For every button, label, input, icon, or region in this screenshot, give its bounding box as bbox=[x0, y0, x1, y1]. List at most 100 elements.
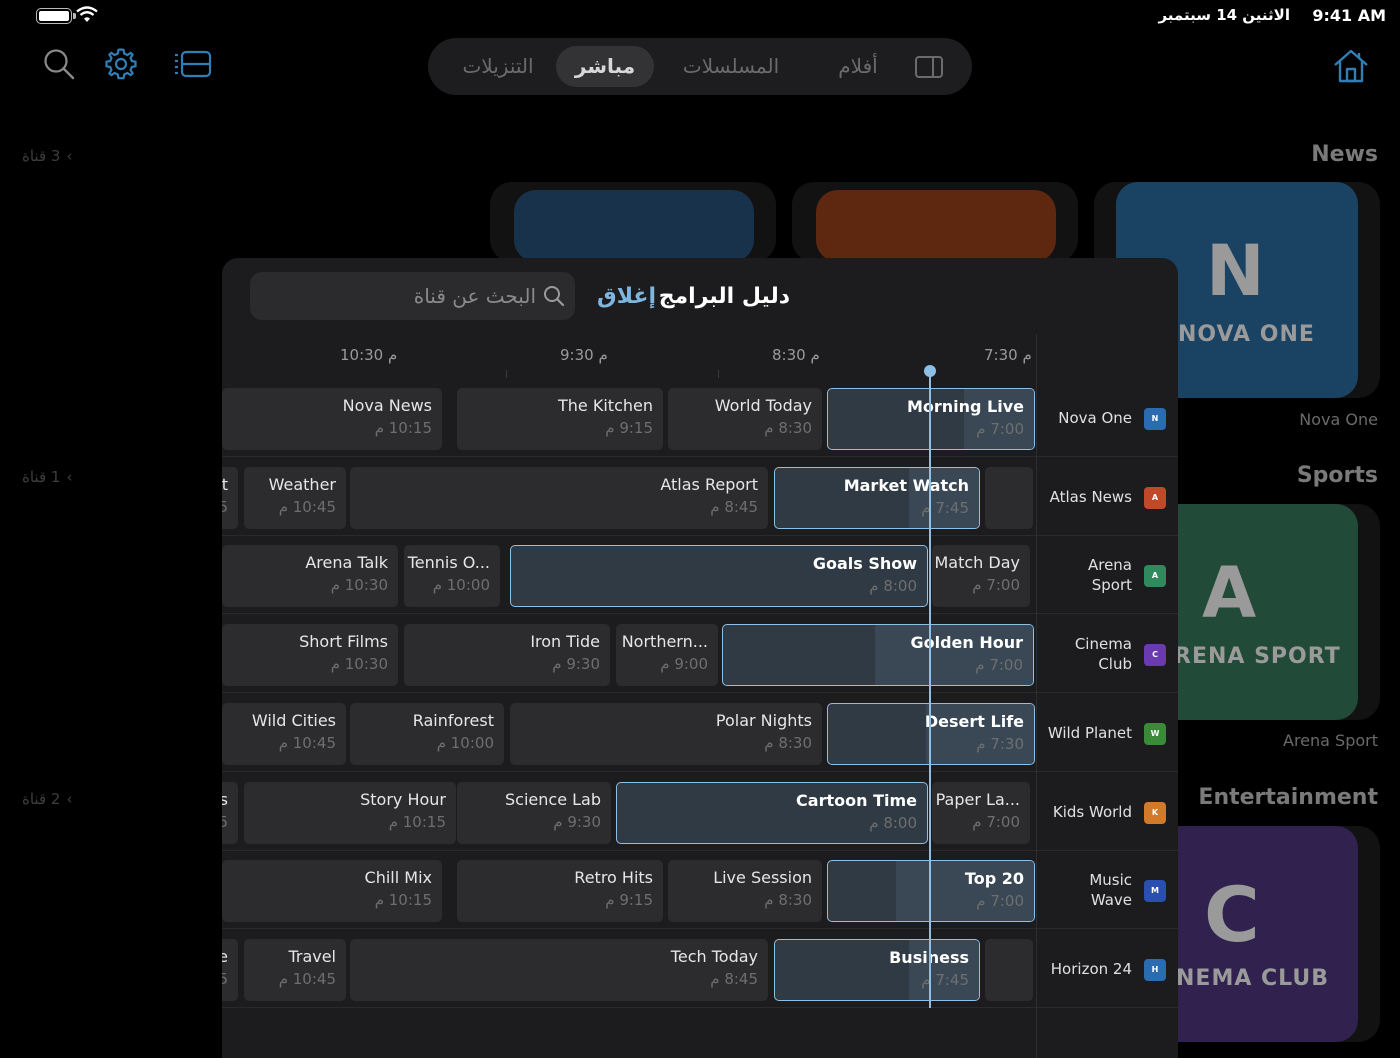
channel-name[interactable]: Cinema Club bbox=[1072, 634, 1132, 674]
card-logo-text: RENA SPORT bbox=[1174, 644, 1341, 669]
program-title: Night bbox=[222, 474, 228, 494]
program-title: Weather bbox=[268, 474, 336, 494]
program-cell[interactable]: World Today 8:30 م bbox=[668, 388, 822, 450]
program-title: Story Hour bbox=[360, 789, 446, 809]
program-time: 10:15 م bbox=[388, 812, 446, 831]
group-count-entertainment[interactable]: ›2 قناة bbox=[22, 790, 72, 808]
program-cell[interactable]: Live Session 8:30 م bbox=[668, 860, 822, 923]
channel-logo: H bbox=[1144, 958, 1166, 981]
status-time: 9:41 AM bbox=[1312, 6, 1386, 25]
row-separator bbox=[222, 928, 1178, 930]
program-cell[interactable]: Nova News 10:15 م bbox=[222, 388, 442, 450]
program-cell[interactable]: Science Lab 9:30 م bbox=[457, 781, 611, 844]
program-cell[interactable]: Retro Hits 9:15 م bbox=[457, 860, 663, 923]
program-title: Chill Mix bbox=[364, 868, 432, 888]
program-time: 10:00 م bbox=[436, 733, 494, 752]
program-title: Rainforest bbox=[412, 710, 494, 730]
channel-search-input[interactable] bbox=[250, 272, 540, 320]
program-cell[interactable]: Short Films 10:30 م bbox=[222, 624, 398, 687]
time-tick: 7:30 م bbox=[984, 346, 1032, 364]
sidebar-toggle-icon[interactable] bbox=[914, 54, 944, 80]
search-icon[interactable] bbox=[42, 47, 76, 81]
channel-card[interactable] bbox=[792, 182, 1078, 262]
home-icon[interactable] bbox=[1332, 48, 1370, 84]
guide-timeline[interactable]: 7:30 م 8:30 م 9:30 م 10:30 م Morning Liv… bbox=[222, 334, 1178, 1058]
gear-icon[interactable] bbox=[104, 47, 138, 81]
time-tick: 8:30 م bbox=[772, 346, 820, 364]
program-cell[interactable]: Travel 10:45 م bbox=[244, 938, 346, 1001]
card-letter: C bbox=[1204, 870, 1260, 959]
tab-movies[interactable]: أفلام bbox=[808, 46, 908, 87]
program-cell[interactable]: Arena Talk 10:30 م bbox=[222, 545, 398, 608]
program-cell-live[interactable]: Golden Hour 7:00 م bbox=[722, 624, 1034, 687]
program-title: Morning Live bbox=[906, 397, 1024, 416]
program-time: 9:00 م bbox=[660, 655, 708, 674]
program-cell[interactable]: Songs 11:15 bbox=[222, 781, 238, 844]
channel-logo: N bbox=[1144, 408, 1166, 430]
channel-logo: C bbox=[1144, 644, 1166, 667]
tab-series[interactable]: المسلسلات bbox=[666, 46, 796, 87]
tab-live[interactable]: مباشر bbox=[556, 46, 654, 87]
program-cell-live[interactable]: Top 20 7:00 م bbox=[827, 860, 1035, 923]
program-time: 7:00 م bbox=[975, 656, 1023, 675]
program-title: Paper La... bbox=[935, 789, 1020, 809]
program-title: Goals Show bbox=[812, 554, 917, 574]
channel-name[interactable]: Wild Planet bbox=[1032, 723, 1132, 743]
program-title: Top 20 bbox=[964, 869, 1024, 889]
program-cell-live[interactable]: Goals Show 8:00 م bbox=[510, 545, 928, 608]
program-cell-live[interactable]: Market Watch 7:45 م bbox=[774, 466, 980, 529]
program-cell[interactable]: Night 11:15 bbox=[222, 466, 238, 529]
program-cell[interactable] bbox=[985, 938, 1033, 1001]
program-guide-modal: دليل البرامج إغلاق 7:30 م 8:30 م 9:30 م … bbox=[222, 258, 1178, 1058]
program-time: 8:30 م bbox=[764, 733, 812, 752]
program-cell-live[interactable]: Desert Life 7:30 م bbox=[827, 702, 1035, 765]
group-title-sports: Sports bbox=[1296, 463, 1378, 488]
group-count-news[interactable]: ›3 قناة bbox=[22, 147, 72, 165]
channel-name[interactable]: Kids World bbox=[1032, 802, 1132, 822]
program-cell[interactable]: Weather 10:45 م bbox=[244, 466, 346, 529]
program-cell[interactable] bbox=[985, 466, 1033, 529]
program-cell[interactable]: Chill Mix 10:15 م bbox=[222, 860, 442, 923]
program-title: Wild Cities bbox=[251, 710, 336, 730]
program-cell[interactable]: The Kitchen 9:15 م bbox=[457, 388, 663, 450]
program-time: 8:45 م bbox=[710, 497, 758, 516]
program-cell[interactable]: Polar Nights 8:30 م bbox=[510, 702, 822, 765]
program-cell[interactable]: Rainforest 10:00 م bbox=[350, 702, 504, 765]
guide-list-icon[interactable] bbox=[174, 47, 212, 81]
program-cell-live[interactable]: Morning Live 7:00 م bbox=[827, 388, 1035, 450]
program-title: Songs bbox=[222, 789, 228, 809]
program-title: Short Films bbox=[299, 632, 388, 652]
program-cell[interactable]: Tech Today 8:45 م bbox=[350, 938, 768, 1001]
row-separator bbox=[222, 692, 1178, 694]
channel-column: Nova One N Atlas News A Arena Sport A Cinema C… bbox=[1036, 334, 1178, 1058]
program-title: Atlas Report bbox=[660, 474, 758, 494]
program-time: 10:15 م bbox=[374, 419, 432, 437]
program-time: 7:00 م bbox=[972, 812, 1020, 831]
program-cell[interactable]: Late 11:15 bbox=[222, 938, 238, 1001]
group-count-sports[interactable]: ›1 قناة bbox=[22, 468, 72, 486]
program-cell-live[interactable]: Business7:45 م bbox=[774, 938, 980, 1001]
program-cell[interactable]: Match Day 7:00 م bbox=[932, 545, 1030, 608]
program-time: 9:15 م bbox=[605, 419, 653, 437]
channel-name[interactable]: Horizon 24 bbox=[1032, 959, 1132, 979]
program-cell[interactable]: Atlas Report 8:45 م bbox=[350, 466, 768, 529]
program-title: Retro Hits bbox=[574, 868, 653, 888]
program-cell[interactable]: Northern... 9:00 م bbox=[616, 624, 718, 687]
program-cell[interactable]: Wild Cities 10:45 م bbox=[222, 702, 346, 765]
program-cell[interactable]: Iron Tide 9:30 م bbox=[404, 624, 610, 687]
channel-name[interactable]: Arena Sport bbox=[1072, 555, 1132, 595]
channel-name[interactable]: Atlas News bbox=[1032, 487, 1132, 507]
program-cell[interactable]: Paper La... 7:00 م bbox=[932, 781, 1030, 844]
time-tick: 10:30 م bbox=[340, 346, 398, 364]
channel-name[interactable]: Nova One bbox=[1032, 408, 1132, 428]
program-time: 11:15 bbox=[222, 812, 228, 831]
program-cell[interactable]: Tennis O... 10:00 م bbox=[404, 545, 500, 608]
tab-downloads[interactable]: التنزيلات bbox=[438, 46, 558, 87]
close-button[interactable]: إغلاق bbox=[597, 284, 656, 309]
channel-card[interactable] bbox=[490, 182, 776, 262]
program-time: 9:30 م bbox=[553, 812, 601, 831]
channel-name[interactable]: Music Wave bbox=[1072, 870, 1132, 910]
program-cell-live[interactable]: Cartoon Time 8:00 م bbox=[616, 781, 928, 844]
program-time: 10:30 م bbox=[330, 655, 388, 674]
program-cell[interactable]: Story Hour 10:15 م bbox=[244, 781, 456, 844]
